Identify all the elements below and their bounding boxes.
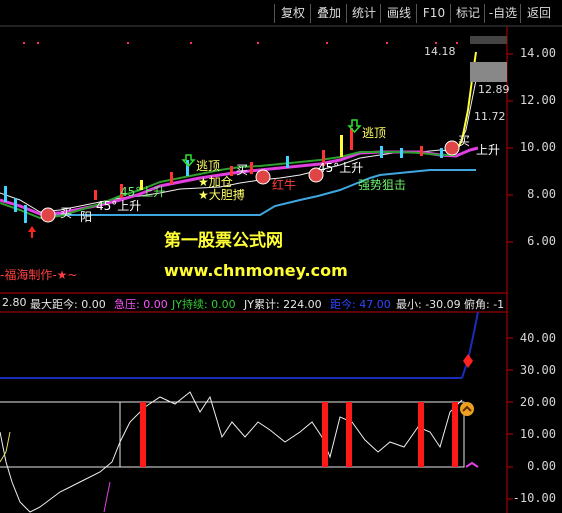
price-axis-label: 6.00 [527,234,556,248]
bold-attack-label: ★大胆搏 [198,188,245,202]
price-tag-2: 11.72 [474,110,506,123]
red-bull-label: 红牛 [272,178,297,192]
price-tag-1: 12.89 [478,83,510,96]
indicator-angle: 俯角: -1 [464,298,505,311]
indicator-jy-total: JY累计: 224.00 [244,298,322,311]
indicator-value: 2.80 [2,296,27,309]
escape-top-label: 逃顶 [362,126,387,140]
indicator-axis-label: -10.00 [512,491,556,505]
price-axis-label: 10.00 [519,140,556,154]
indicator-axis-label: 40.00 [519,331,556,345]
red-marker [463,354,473,368]
indicator-chart[interactable] [0,312,562,513]
stock-chart-window: 复权 叠加 统计 画线 F10 标记 -自选 返回 14.00 12.00 10… [0,0,562,513]
indicator-axis-label: 20.00 [519,395,556,409]
signal-bars [140,402,458,467]
credit-label: -福海制作-★~ [0,268,78,282]
buy-arrow [28,226,36,238]
white-band [0,401,121,468]
indicator-max-dist: 最大距今: 0.00 [30,298,106,311]
indicator-axis-ticks [507,337,513,500]
bullish-label: 阳 [80,210,93,224]
indicator-axis-label: 10.00 [519,427,556,441]
indicator-distance: 距今: 47.00 [330,298,391,311]
watermark-url: www.chnmoney.com [164,261,348,280]
indicator-axis-label: 0.00 [527,459,556,473]
indicator-pressure: 急压: 0.00 [114,298,168,311]
rise-45-label: 45°上升 [318,161,364,175]
oscillator-line [0,391,463,513]
blue-rise-line [461,312,479,379]
price-axis-label: 8.00 [527,187,556,201]
price-axis-label: 12.00 [519,93,556,107]
buy-label: 买 [458,134,471,148]
indicator-min: 最小: -30.09 [396,298,461,311]
buy-label: 买 [236,163,249,177]
rise-label: 上升 [476,143,501,157]
strong-snipe-label: 强势狙击 [358,178,407,192]
rise-45-label: 45°上升 [120,185,166,199]
price-tag-box-1 [470,62,507,82]
price-axis-label: 14.00 [519,46,556,60]
watermark-title: 第一股票公式网 [164,231,283,251]
escape-top-label: 逃顶 [196,159,221,173]
top-dots [23,42,458,44]
high-price-marker: 14.18 [424,45,456,58]
buy-label: 买 [60,206,73,220]
indicator-jy-continue: JY持续: 0.00 [172,298,236,311]
indicator-axis-label: 30.00 [519,363,556,377]
up-badge-icon [460,402,474,416]
